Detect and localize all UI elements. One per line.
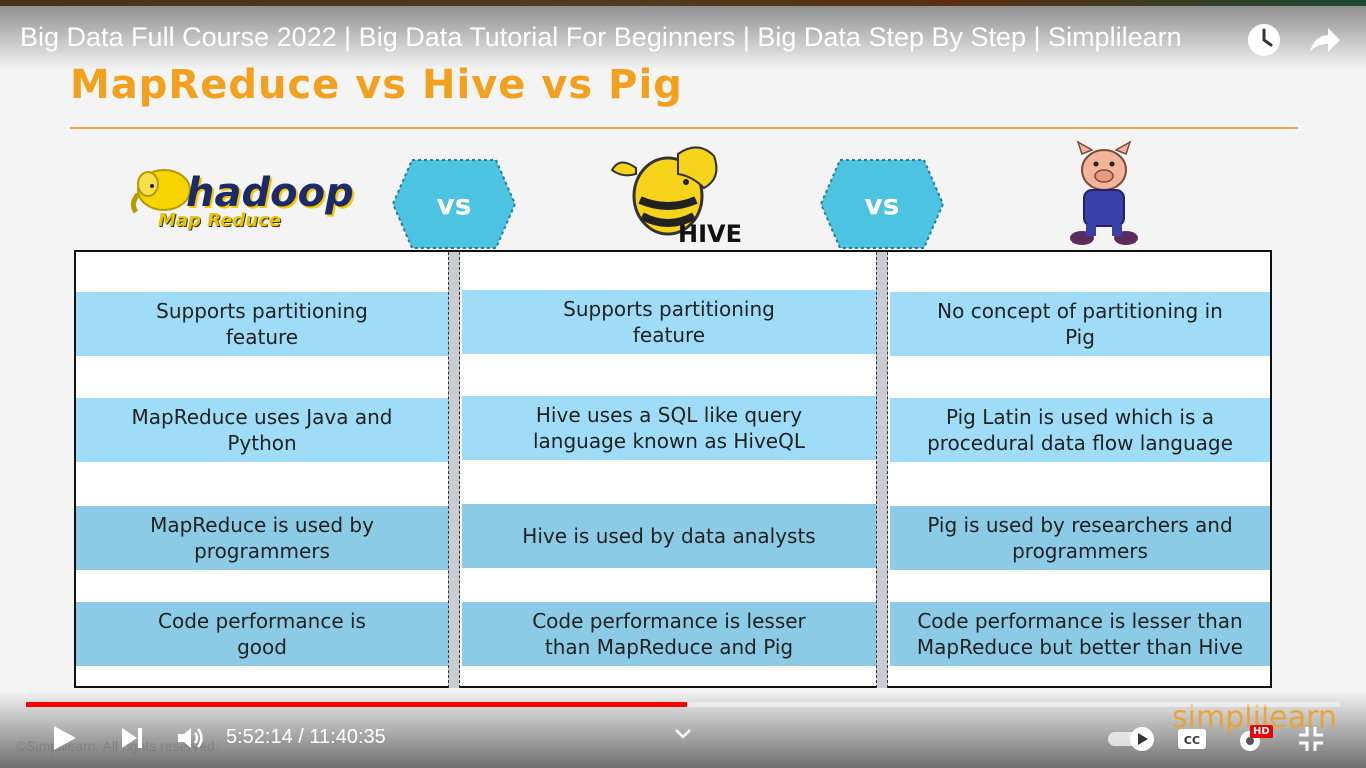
autoplay-toggle-icon — [1108, 727, 1154, 751]
cell-text: MapReduce is used by programmers — [150, 513, 374, 563]
video-player[interactable]: MapReduce vs Hive vs Pig hadoop Map Redu… — [0, 0, 1366, 768]
share-icon — [1310, 28, 1340, 52]
table-cell: Code performance is lesser than MapReduc… — [890, 602, 1270, 666]
title-divider — [70, 127, 1298, 129]
cell-text: Code performance is good — [158, 609, 366, 659]
hive-wordmark: HIVE — [678, 220, 742, 248]
hive-logo: HIVE — [606, 138, 742, 248]
table-cell: Code performance is good — [76, 602, 448, 666]
table-cell: Hive is used by data analysts — [462, 504, 876, 568]
play-button[interactable] — [52, 724, 78, 756]
table-cell: MapReduce uses Java and Python — [76, 398, 448, 462]
pig-mascot-icon — [1070, 140, 1138, 245]
cell-text: Supports partitioning feature — [156, 299, 368, 349]
exit-fullscreen-button[interactable] — [1298, 726, 1324, 756]
table-cell: Pig Latin is used which is a procedural … — [890, 398, 1270, 462]
cell-text: Code performance is lesser than MapReduc… — [916, 609, 1244, 659]
chapters-chevron[interactable] — [674, 726, 692, 745]
cell-text: Pig Latin is used which is a procedural … — [927, 405, 1233, 455]
hadoop-mapreduce-logo: hadoop Map Reduce — [128, 160, 368, 240]
mapreduce-column: Supports partitioning feature MapReduce … — [76, 252, 448, 688]
cell-text: Pig is used by researchers and programme… — [927, 513, 1233, 563]
vs-label: vs — [864, 187, 900, 221]
vs-hexagon-2: vs — [819, 159, 945, 249]
pig-column: No concept of partitioning in Pig Pig La… — [890, 252, 1270, 688]
video-title[interactable]: Big Data Full Course 2022 | Big Data Tut… — [20, 22, 1235, 53]
table-cell: Hive uses a SQL like query language know… — [462, 396, 876, 460]
play-icon — [54, 726, 76, 750]
table-cell: No concept of partitioning in Pig — [890, 292, 1270, 356]
table-cell: Pig is used by researchers and programme… — [890, 506, 1270, 570]
next-icon — [122, 728, 142, 748]
hive-column: Supports partitioning feature Hive uses … — [462, 252, 876, 688]
clock-icon — [1248, 24, 1280, 56]
column-divider-2 — [876, 252, 888, 688]
vs-label: vs — [436, 187, 472, 221]
pig-logo — [1064, 140, 1144, 248]
comparison-table: Supports partitioning feature MapReduce … — [74, 250, 1272, 688]
cell-text: Code performance is lesser than MapReduc… — [532, 609, 806, 659]
svg-text:CC: CC — [1184, 734, 1200, 747]
progress-played — [26, 702, 687, 707]
column-divider-1 — [448, 252, 460, 688]
vs-hexagon-1: vs — [391, 159, 517, 249]
table-cell: Supports partitioning feature — [76, 292, 448, 356]
chevron-down-icon — [675, 729, 691, 739]
watch-later-button[interactable] — [1246, 22, 1282, 58]
cell-text: Hive uses a SQL like query language know… — [532, 403, 805, 453]
cell-text: MapReduce uses Java and Python — [131, 405, 393, 455]
table-cell: Code performance is lesser than MapReduc… — [462, 602, 876, 666]
table-cell: MapReduce is used by programmers — [76, 506, 448, 570]
cell-text: No concept of partitioning in Pig — [937, 299, 1223, 349]
volume-icon — [178, 728, 203, 748]
mapreduce-wordmark: Map Reduce — [158, 210, 281, 231]
time-display: 5:52:14 / 11:40:35 — [226, 726, 386, 748]
captions-button[interactable]: CC — [1176, 726, 1208, 756]
cell-text: Hive is used by data analysts — [522, 524, 816, 548]
cc-icon: CC — [1178, 729, 1206, 749]
table-cell: Supports partitioning feature — [462, 290, 876, 354]
autoplay-toggle[interactable] — [1106, 726, 1156, 756]
cell-text: Supports partitioning feature — [563, 297, 775, 347]
volume-button[interactable] — [176, 725, 204, 755]
progress-bar[interactable] — [26, 702, 1340, 707]
share-button[interactable] — [1306, 22, 1342, 58]
next-button[interactable] — [120, 726, 144, 754]
exit-fullscreen-icon — [1299, 727, 1323, 751]
hd-badge: HD — [1250, 725, 1273, 738]
settings-button[interactable]: HD — [1236, 723, 1276, 759]
